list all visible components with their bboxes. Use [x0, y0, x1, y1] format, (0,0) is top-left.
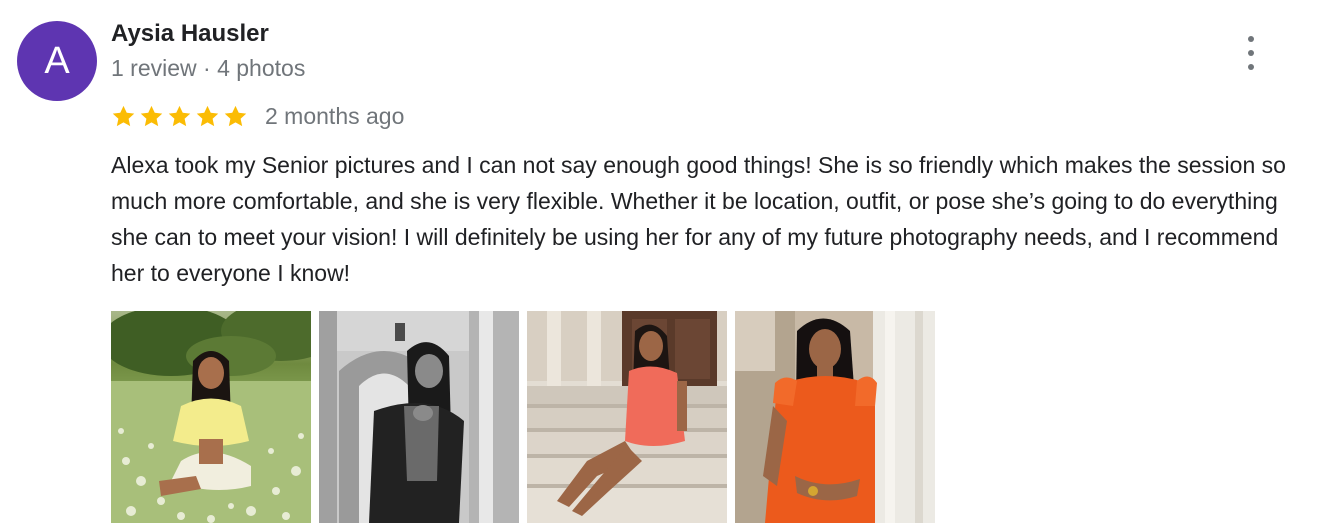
- star-rating: [111, 104, 251, 129]
- more-options-button[interactable]: [1236, 36, 1266, 70]
- star-icon: [196, 105, 219, 126]
- review-time: 2 months ago: [265, 102, 405, 129]
- photo-field-image: [111, 311, 311, 523]
- star-icon: [224, 105, 247, 126]
- author-meta[interactable]: 1 review · 4 photos: [111, 55, 305, 82]
- rating-row: 2 months ago: [111, 100, 404, 132]
- review-photo-3[interactable]: [527, 311, 727, 523]
- more-vert-icon-dot: [1248, 64, 1254, 70]
- review-photo-1[interactable]: [111, 311, 311, 523]
- more-vert-icon-dot: [1248, 36, 1254, 42]
- review-photos: [111, 311, 943, 523]
- photo-pillar-image: [735, 311, 935, 523]
- review-photo-4[interactable]: [735, 311, 935, 523]
- star-icon: [168, 105, 191, 126]
- photo-steps-image: [527, 311, 727, 523]
- author-name[interactable]: Aysia Hausler: [111, 20, 269, 48]
- more-vert-icon-dot: [1248, 50, 1254, 56]
- photo-arches-image: [319, 311, 519, 523]
- avatar-letter: A: [44, 39, 70, 82]
- star-icon: [140, 105, 163, 126]
- review-photo-2[interactable]: [319, 311, 519, 523]
- avatar[interactable]: A: [17, 21, 97, 101]
- star-icon: [112, 105, 135, 126]
- review-text: Alexa took my Senior pictures and I can …: [111, 152, 1286, 286]
